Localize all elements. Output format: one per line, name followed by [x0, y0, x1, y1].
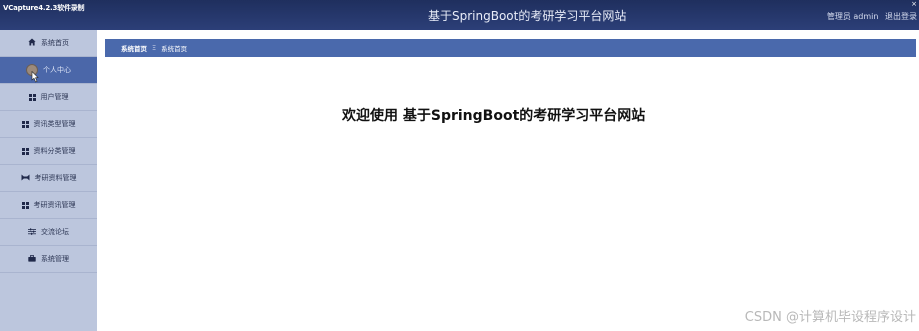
home-icon	[28, 38, 36, 48]
recorder-watermark: VCapture4.2.3软件录制	[3, 4, 85, 12]
sidebar-item-forum[interactable]: 交流论坛	[0, 219, 97, 246]
hashtag-icon	[21, 174, 30, 183]
logout-link[interactable]: 退出登录	[885, 12, 917, 21]
briefcase-icon	[28, 254, 36, 264]
top-header: VCapture4.2.3软件录制 基于SpringBoot的考研学习平台网站 …	[0, 0, 919, 30]
welcome-heading: 欢迎使用 基于SpringBoot的考研学习平台网站	[342, 108, 646, 124]
user-area: 管理员 admin 退出登录	[823, 11, 917, 22]
sidebar-item-label: 用户管理	[40, 93, 69, 101]
csdn-watermark: CSDN @计算机毕设程序设计	[744, 310, 916, 325]
grid-icon	[21, 147, 29, 155]
sidebar-item-label: 系统管理	[41, 255, 69, 263]
sidebar-item-label: 个人中心	[43, 66, 71, 74]
sliders-icon	[28, 227, 36, 237]
sidebar-item-material-categories[interactable]: 资料分类管理	[0, 138, 97, 165]
site-title: 基于SpringBoot的考研学习平台网站	[428, 9, 627, 23]
grid-icon	[28, 93, 36, 101]
sidebar-item-label: 交流论坛	[41, 228, 69, 236]
window-close-icon[interactable]: ×	[911, 0, 917, 8]
mouse-cursor-icon	[31, 71, 39, 83]
sidebar-item-label: 考研资料管理	[34, 174, 77, 182]
user-role-label: 管理员 admin	[826, 12, 879, 21]
breadcrumb-current: 系统首页	[161, 45, 188, 53]
main-content: 系统首页 Ξ 系统首页 欢迎使用 基于SpringBoot的考研学习平台网站	[97, 30, 919, 331]
sidebar-item-exam-materials[interactable]: 考研资料管理	[0, 165, 97, 192]
breadcrumb-separator: Ξ	[152, 44, 157, 52]
sidebar-item-news-types[interactable]: 资讯类型管理	[0, 111, 97, 138]
sidebar-item-label: 资料分类管理	[33, 147, 76, 155]
grid-icon	[21, 120, 29, 128]
sidebar-item-home[interactable]: 系统首页	[0, 30, 97, 57]
breadcrumb-home-link[interactable]: 系统首页	[121, 43, 147, 53]
sidebar-item-label: 考研资讯管理	[33, 201, 76, 209]
grid-icon	[21, 201, 29, 209]
sidebar-item-label: 系统首页	[41, 39, 69, 47]
sidebar: 系统首页 个人中心 用户管理 资讯类型管理 资料分类管理 考研资料管理 考研资讯	[0, 30, 97, 331]
sidebar-item-profile[interactable]: 个人中心	[0, 57, 97, 84]
sidebar-item-label: 资讯类型管理	[33, 120, 76, 128]
app-window: VCapture4.2.3软件录制 基于SpringBoot的考研学习平台网站 …	[0, 0, 919, 331]
sidebar-item-system[interactable]: 系统管理	[0, 246, 97, 273]
breadcrumb: 系统首页 Ξ 系统首页	[105, 39, 916, 57]
sidebar-item-exam-news[interactable]: 考研资讯管理	[0, 192, 97, 219]
sidebar-item-users[interactable]: 用户管理	[0, 84, 97, 111]
